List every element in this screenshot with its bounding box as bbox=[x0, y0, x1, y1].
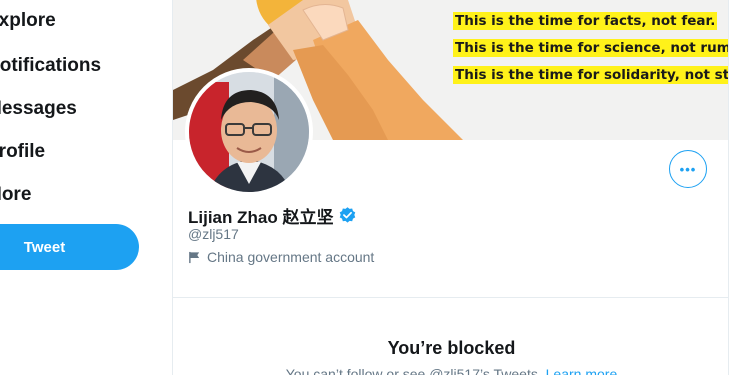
profile-name-row: Lijian Zhao 赵立坚 bbox=[188, 203, 357, 228]
sidebar-item-more[interactable]: More bbox=[0, 184, 31, 206]
government-label: China government account bbox=[188, 249, 374, 265]
blocked-message-text: You can’t follow or see @zlj517’s Tweets… bbox=[285, 366, 542, 375]
flag-icon bbox=[189, 251, 200, 263]
banner-text-line-2: This is the time for science, not rumors… bbox=[453, 39, 728, 57]
section-divider bbox=[173, 297, 728, 298]
sidebar-item-profile[interactable]: Profile bbox=[0, 141, 45, 163]
blocked-message: You can’t follow or see @zlj517’s Tweets… bbox=[173, 366, 728, 375]
profile-display-name: Lijian Zhao 赵立坚 bbox=[188, 208, 334, 227]
verified-badge-icon bbox=[340, 207, 356, 223]
banner-text-line-1: This is the time for facts, not fear. bbox=[453, 12, 718, 30]
blocked-title: You’re blocked bbox=[387, 338, 516, 358]
sidebar-item-explore[interactable]: Explore bbox=[0, 10, 56, 32]
profile-handle: @zlj517 bbox=[188, 226, 239, 242]
avatar-portrait bbox=[189, 72, 309, 192]
learn-more-link[interactable]: Learn more bbox=[546, 366, 618, 375]
banner-text-line-3: This is the time for solidarity, not sti… bbox=[453, 66, 728, 84]
more-options-button[interactable]: ••• bbox=[669, 150, 707, 188]
sidebar-nav: Explore Notifications Messages Profile M… bbox=[0, 0, 172, 375]
profile-avatar[interactable] bbox=[185, 68, 313, 196]
account-label-text: China government account bbox=[207, 249, 375, 265]
sidebar-item-messages[interactable]: Messages bbox=[0, 98, 77, 120]
tweet-button[interactable]: Tweet bbox=[0, 224, 139, 270]
profile-main: This is the time for facts, not fear. Th… bbox=[172, 0, 729, 375]
sidebar-item-notifications[interactable]: Notifications bbox=[0, 55, 101, 77]
